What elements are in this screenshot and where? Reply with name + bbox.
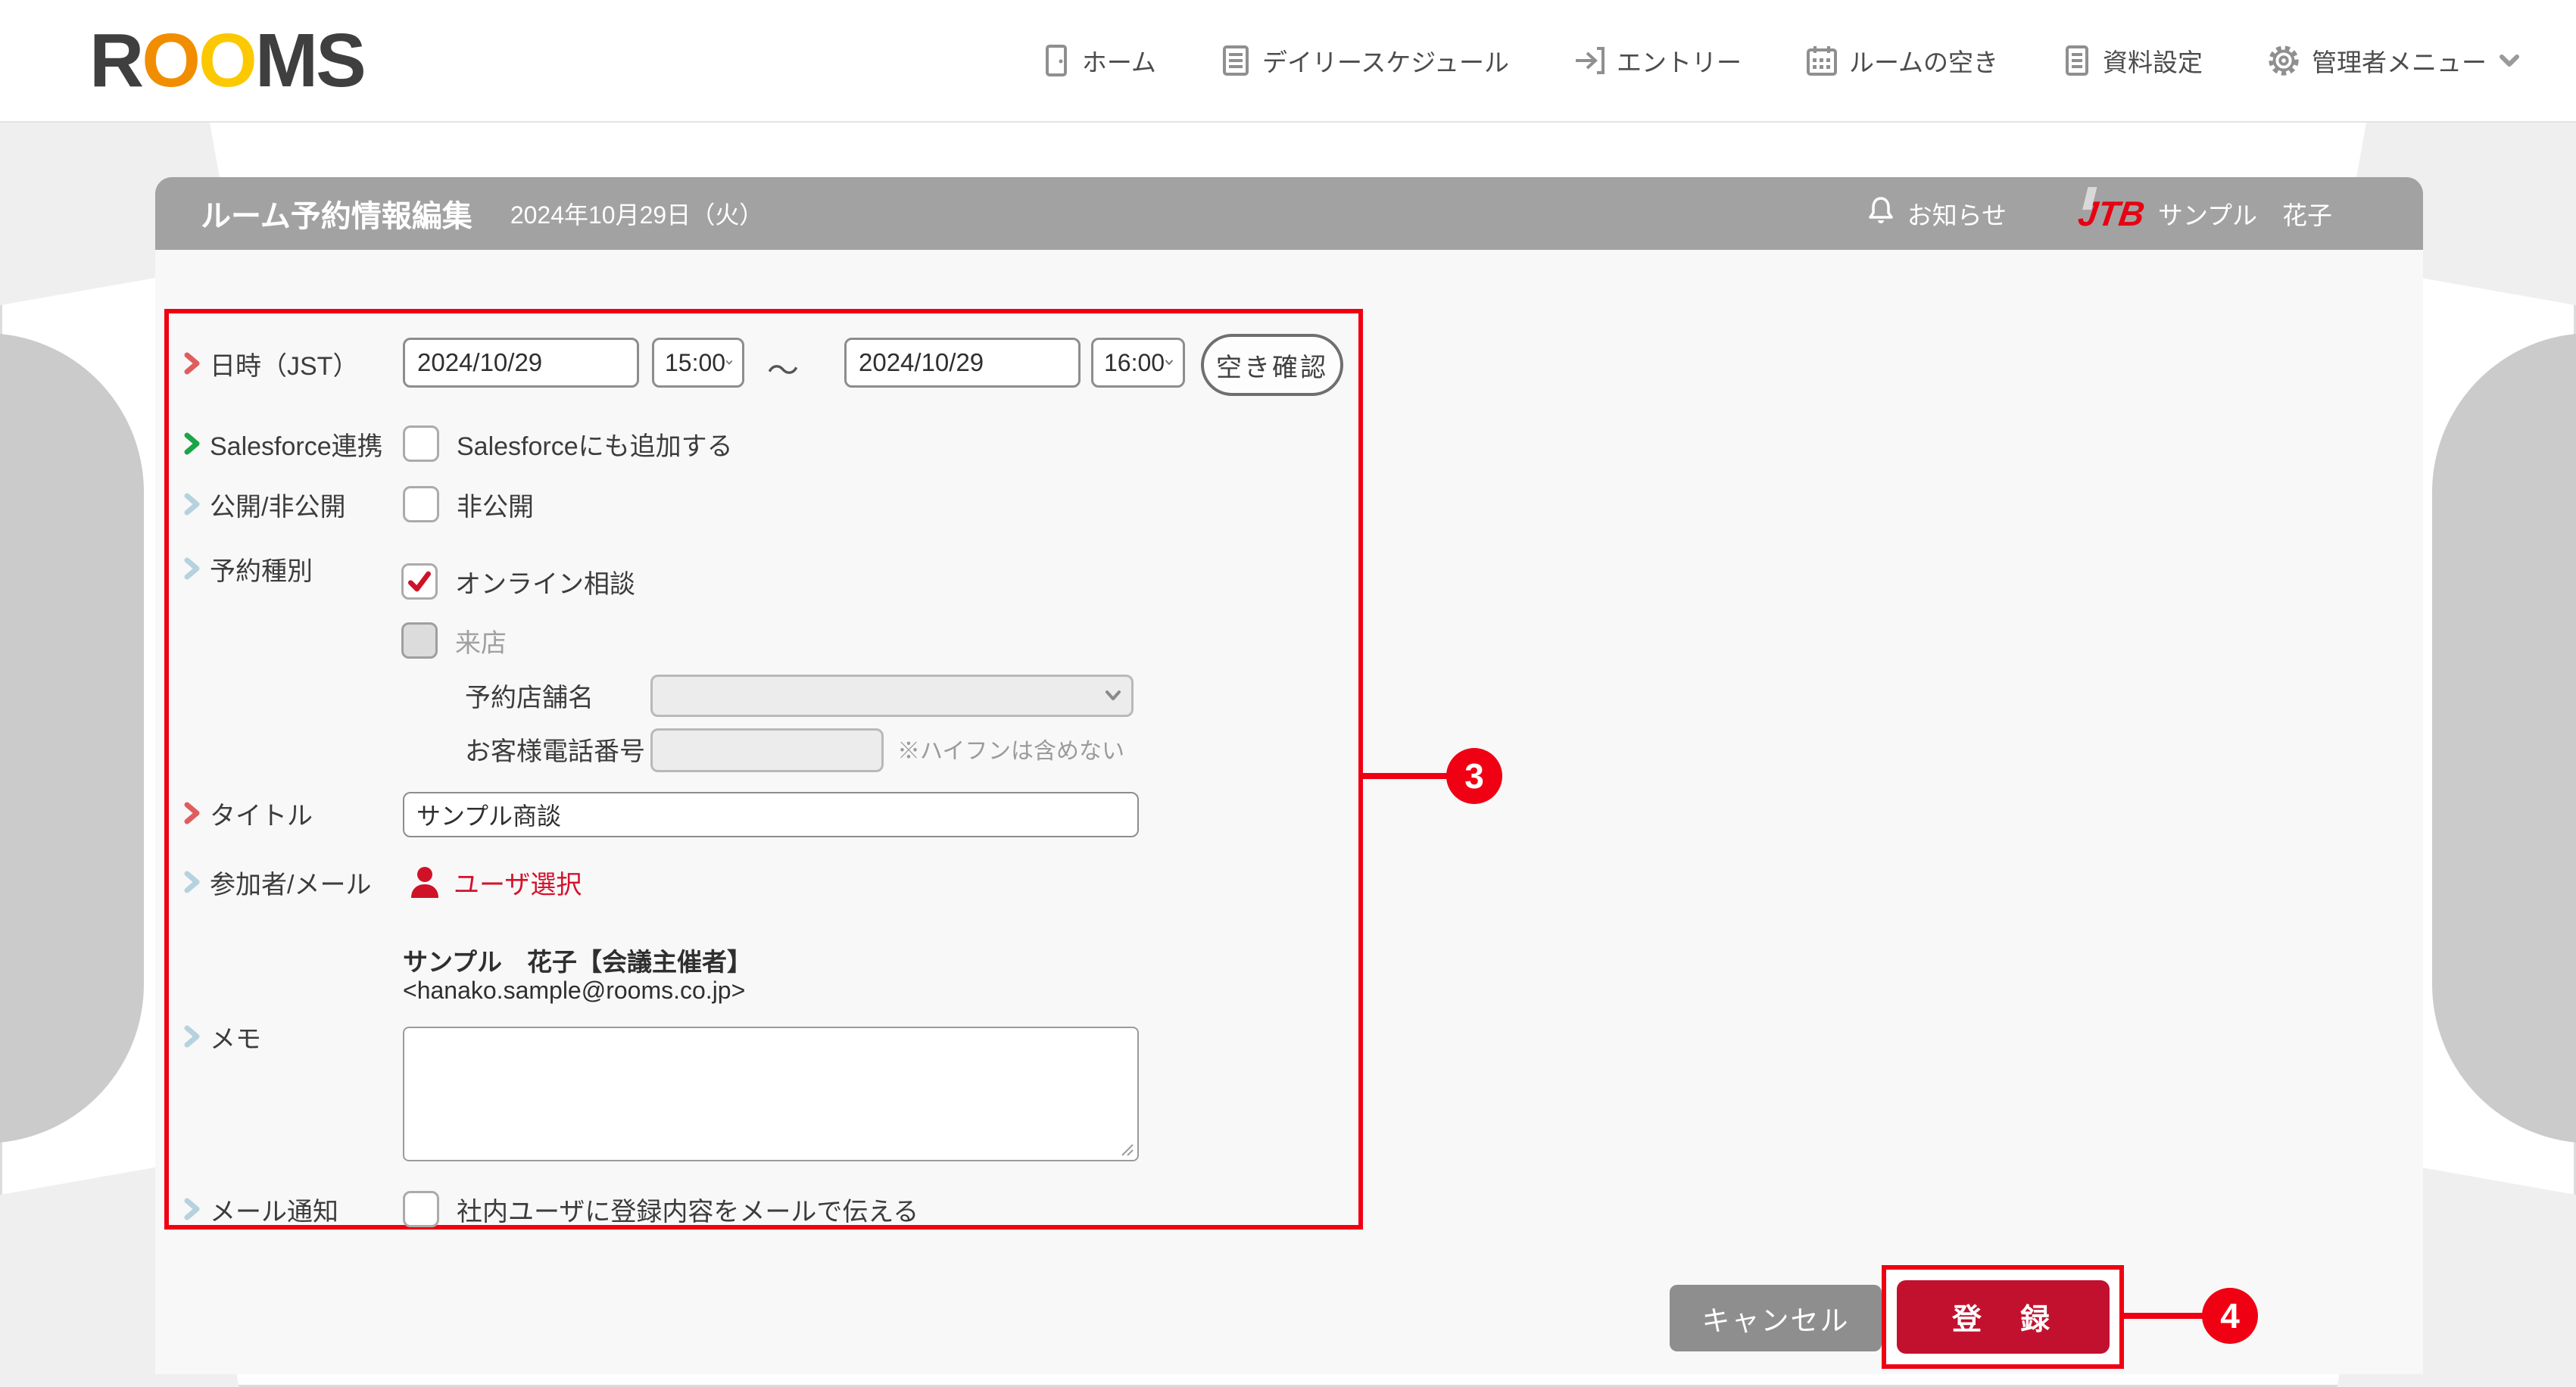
logo-letter: O <box>142 18 201 103</box>
optional-arrow-icon <box>184 557 200 580</box>
reservation-form: 日時（JST） 15:00 ～ 16:00 空き確認 Salesforce連携 … <box>164 309 1363 1230</box>
calendar-icon <box>1805 44 1838 77</box>
submit-button[interactable]: 登 録 <box>1897 1280 2110 1354</box>
title-input[interactable] <box>403 792 1139 837</box>
store-name-label: 予約店舗名 <box>465 683 594 712</box>
door-icon <box>1041 44 1071 77</box>
salesforce-checkbox[interactable] <box>403 425 439 462</box>
user-name: サンプル 花子 <box>2157 201 2332 229</box>
check-icon <box>408 571 431 592</box>
sign-in-icon <box>1573 44 1606 77</box>
user-account[interactable]: JTB サンプル 花子 <box>2075 194 2332 233</box>
customer-phone-label: お客様電話番号 <box>465 737 645 766</box>
salesforce-label: Salesforce連携 <box>184 427 383 461</box>
list-icon <box>1220 44 1252 77</box>
notifications-button[interactable]: お知らせ <box>1867 195 2007 232</box>
optional-arrow-icon <box>184 1198 200 1220</box>
memo-field-wrap <box>403 1027 1139 1161</box>
nav-item-label: エントリー <box>1616 48 1742 76</box>
nav-item-room-availability[interactable]: ルームの空き <box>1805 42 1998 79</box>
nav-item-label: ホーム <box>1081 48 1156 76</box>
online-consult-label: オンライン相談 <box>455 569 635 599</box>
required-arrow-icon <box>184 802 200 824</box>
document-icon <box>2062 44 2092 77</box>
mail-notice-label: メール通知 <box>184 1192 338 1226</box>
private-checkbox-label: 非公開 <box>457 492 534 522</box>
gear-icon <box>2266 43 2301 78</box>
memo-label: メモ <box>184 1020 261 1054</box>
nav-item-label: ルームの空き <box>1848 48 1998 76</box>
start-date-input[interactable] <box>403 338 639 388</box>
owner-name: サンプル 花子【会議主催者】 <box>403 948 753 976</box>
page-header: ルーム予約情報編集 2024年10月29日（火） お知らせ JTB サンプル 花… <box>155 177 2423 250</box>
optional-arrow-icon <box>184 1025 200 1048</box>
cancel-button[interactable]: キャンセル <box>1670 1285 1882 1351</box>
jtb-logo: JTB <box>2075 194 2147 233</box>
optional-arrow-icon <box>184 871 200 893</box>
store-name-select[interactable] <box>650 675 1134 717</box>
datetime-separator: ～ <box>767 353 800 388</box>
chevron-down-icon <box>2497 51 2521 70</box>
start-time-select[interactable]: 15:00 <box>652 338 744 388</box>
datetime-label: 日時（JST） <box>184 347 358 381</box>
nav-item-label: 資料設定 <box>2103 48 2203 76</box>
annotation-badge-step4: 4 <box>2202 1288 2258 1344</box>
required-arrow-icon <box>184 352 200 375</box>
nav-items: ホーム デイリースケジュール エントリー ルームの空き 資料設定 管理者メニュー <box>1041 42 2521 79</box>
nav-item-daily-schedule[interactable]: デイリースケジュール <box>1220 42 1509 79</box>
nav-item-label: デイリースケジュール <box>1261 48 1509 76</box>
reservation-type-label: 予約種別 <box>184 552 313 586</box>
end-time-select[interactable]: 16:00 <box>1091 338 1185 388</box>
salesforce-arrow-icon <box>184 432 200 455</box>
chevron-down-icon <box>1106 690 1121 700</box>
nav-item-home[interactable]: ホーム <box>1041 42 1156 79</box>
logo-letter: R <box>89 18 144 103</box>
phone-note: ※ハイフンは含めない <box>897 739 1124 764</box>
mail-notice-checkbox[interactable] <box>403 1191 439 1227</box>
person-icon <box>411 867 438 898</box>
optional-arrow-icon <box>184 493 200 516</box>
nav-item-admin-menu[interactable]: 管理者メニュー <box>2266 42 2521 79</box>
nav-item-entry[interactable]: エントリー <box>1573 42 1742 79</box>
bell-icon <box>1867 195 1895 232</box>
page-title: ルーム予約情報編集 <box>201 200 472 233</box>
online-consult-checkbox[interactable] <box>401 563 438 600</box>
visibility-label: 公開/非公開 <box>184 488 345 522</box>
participants-label: 参加者/メール <box>184 865 371 899</box>
mail-notice-checkbox-label: 社内ユーザに登録内容をメールで伝える <box>457 1197 919 1226</box>
customer-phone-input[interactable] <box>650 728 884 772</box>
annotation-badge-step3: 3 <box>1446 748 1502 804</box>
user-select-button[interactable]: ユーザ選択 <box>408 864 582 900</box>
nav-item-label: 管理者メニュー <box>2312 48 2487 76</box>
annotation-line-step3 <box>1363 773 1451 779</box>
page-date: 2024年10月29日（火） <box>510 201 764 229</box>
annotation-line-step4 <box>2124 1313 2207 1319</box>
notifications-label: お知らせ <box>1907 201 2007 229</box>
top-nav: ROOMS ホーム デイリースケジュール エントリー ルームの空き 資料設定 管… <box>0 0 2576 123</box>
page: ROOMS ホーム デイリースケジュール エントリー ルームの空き 資料設定 管… <box>0 0 2576 1387</box>
private-checkbox[interactable] <box>403 486 439 522</box>
decor-blob-right <box>2432 333 2576 1143</box>
chevron-down-icon <box>725 360 733 365</box>
salesforce-checkbox-label: Salesforceにも追加する <box>457 432 733 461</box>
end-date-input[interactable] <box>844 338 1081 388</box>
visit-checkbox[interactable] <box>401 622 438 659</box>
decor-blob-left <box>0 333 144 1143</box>
title-label: タイトル <box>184 796 313 831</box>
chevron-down-icon <box>1165 360 1174 365</box>
logo-letter: MS <box>254 18 366 103</box>
logo-letter: O <box>198 18 257 103</box>
nav-item-document-settings[interactable]: 資料設定 <box>2062 42 2203 79</box>
memo-textarea[interactable] <box>403 1027 1139 1161</box>
owner-email: <hanako.sample@rooms.co.jp> <box>403 977 746 1004</box>
rooms-logo[interactable]: ROOMS <box>89 23 366 98</box>
availability-check-button[interactable]: 空き確認 <box>1201 334 1343 396</box>
header-right: お知らせ JTB サンプル 花子 <box>1867 194 2332 233</box>
visit-label: 来店 <box>455 628 507 658</box>
